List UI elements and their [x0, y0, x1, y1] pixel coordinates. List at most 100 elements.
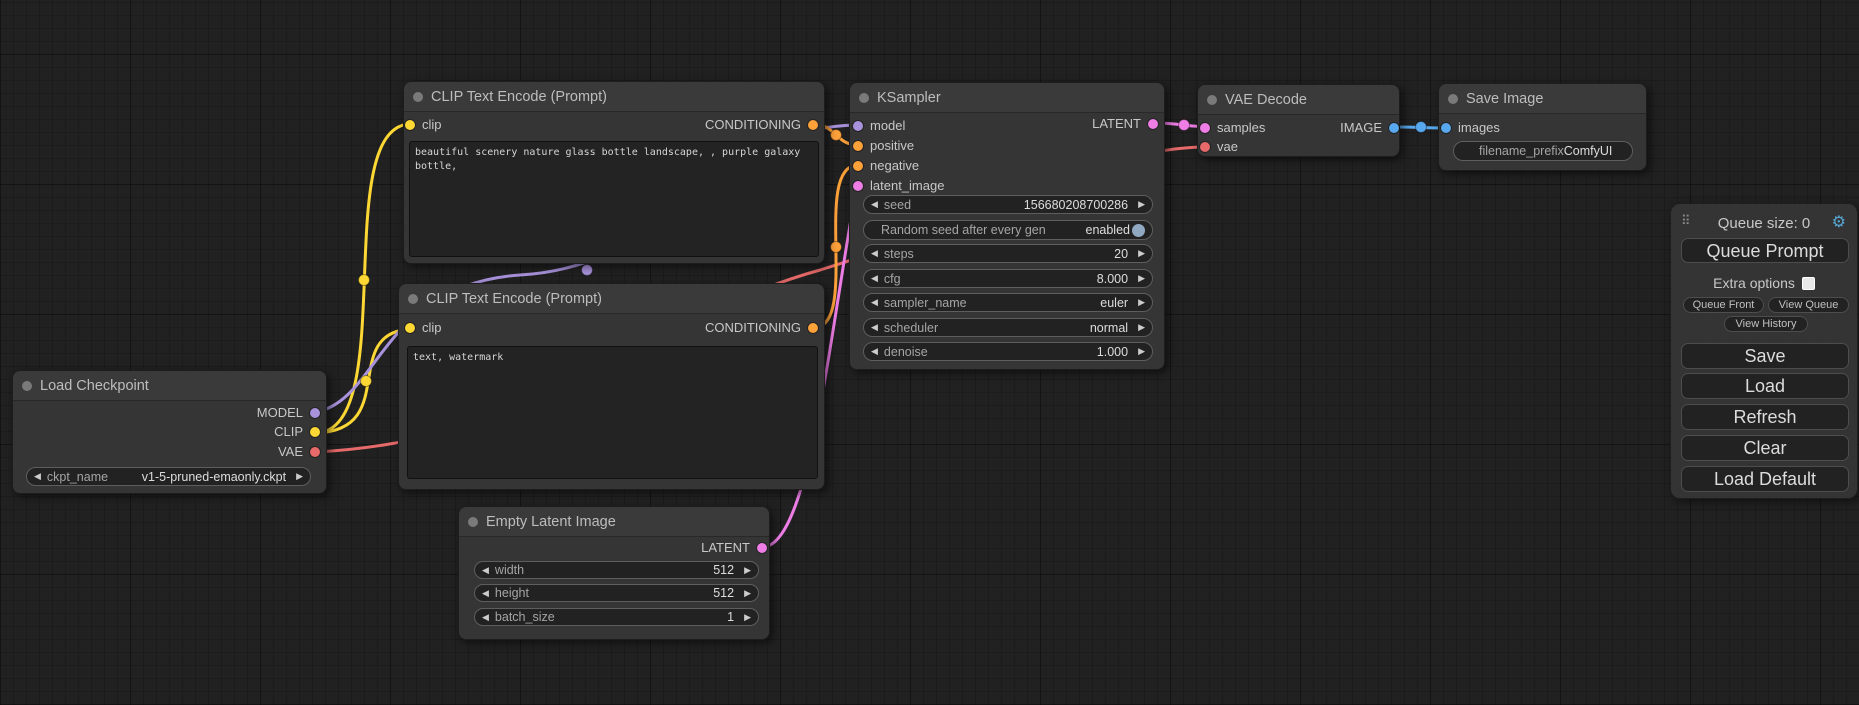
- input-slot-clip[interactable]: clip: [405, 319, 442, 337]
- clip-slot-dot[interactable]: [405, 120, 415, 130]
- queue-prompt-button[interactable]: Queue Prompt: [1681, 238, 1849, 263]
- stepper-left-icon[interactable]: ◀: [871, 200, 878, 209]
- node-title-bar[interactable]: CLIP Text Encode (Prompt): [399, 284, 824, 314]
- clear-button[interactable]: Clear: [1681, 435, 1849, 461]
- latent-slot-dot[interactable]: [853, 181, 863, 191]
- stepper-right-icon[interactable]: ▶: [744, 566, 751, 575]
- stepper-right-icon[interactable]: ▶: [1138, 323, 1145, 332]
- collapse-dot-icon[interactable]: [22, 381, 32, 391]
- output-slot-vae[interactable]: VAE: [278, 443, 320, 461]
- output-slot-latent[interactable]: LATENT: [1092, 115, 1158, 133]
- vae-slot-dot[interactable]: [1200, 142, 1210, 152]
- clip-slot-dot[interactable]: [310, 427, 320, 437]
- node-title-bar[interactable]: Save Image: [1439, 84, 1646, 114]
- seed-widget[interactable]: ◀ seed 156680208700286 ▶: [863, 195, 1153, 214]
- input-slot-clip[interactable]: clip: [405, 116, 442, 134]
- queue-front-button[interactable]: Queue Front: [1683, 297, 1764, 313]
- latent-slot-dot[interactable]: [757, 543, 767, 553]
- refresh-button[interactable]: Refresh: [1681, 404, 1849, 430]
- collapse-dot-icon[interactable]: [1448, 94, 1458, 104]
- stepper-right-icon[interactable]: ▶: [1138, 274, 1145, 283]
- output-slot-conditioning[interactable]: CONDITIONING: [705, 116, 818, 134]
- load-button[interactable]: Load: [1681, 373, 1849, 399]
- batch-size-widget[interactable]: ◀ batch_size 1 ▶: [474, 608, 759, 626]
- queue-panel[interactable]: ⠿ Queue size: 0 ⚙ Queue Prompt Extra opt…: [1670, 203, 1858, 499]
- sampler-name-widget[interactable]: ◀ sampler_name euler ▶: [863, 293, 1153, 312]
- scheduler-widget[interactable]: ◀ scheduler normal ▶: [863, 318, 1153, 337]
- ckpt-name-widget[interactable]: ◀ ckpt_name v1-5-pruned-emaonly.ckpt ▶: [26, 467, 311, 486]
- node-title-bar[interactable]: Empty Latent Image: [459, 507, 769, 537]
- stepper-right-icon[interactable]: ▶: [1138, 298, 1145, 307]
- input-slot-negative[interactable]: negative: [853, 157, 919, 175]
- positive-prompt-textarea[interactable]: beautiful scenery nature glass bottle la…: [409, 141, 819, 257]
- stepper-left-icon[interactable]: ◀: [482, 566, 489, 575]
- stepper-left-icon[interactable]: ◀: [482, 613, 489, 622]
- height-widget[interactable]: ◀ height 512 ▶: [474, 584, 759, 602]
- stepper-left-icon[interactable]: ◀: [34, 472, 41, 481]
- collapse-dot-icon[interactable]: [413, 92, 423, 102]
- node-graph-canvas[interactable]: Load Checkpoint MODEL CLIP VAE ◀ ckpt_na…: [0, 0, 1859, 705]
- save-button[interactable]: Save: [1681, 343, 1849, 369]
- steps-widget[interactable]: ◀ steps 20 ▶: [863, 244, 1153, 263]
- output-slot-image[interactable]: IMAGE: [1340, 119, 1399, 137]
- image-slot-dot[interactable]: [1441, 123, 1451, 133]
- output-slot-conditioning[interactable]: CONDITIONING: [705, 319, 818, 337]
- settings-gear-icon[interactable]: ⚙: [1832, 212, 1846, 232]
- node-title-bar[interactable]: VAE Decode: [1198, 85, 1399, 115]
- collapse-dot-icon[interactable]: [468, 517, 478, 527]
- node-load-checkpoint[interactable]: Load Checkpoint MODEL CLIP VAE ◀ ckpt_na…: [12, 370, 327, 494]
- latent-slot-dot[interactable]: [1148, 119, 1158, 129]
- random-seed-widget[interactable]: Random seed after every gen enabled: [863, 220, 1153, 240]
- clip-slot-dot[interactable]: [405, 323, 415, 333]
- node-vae-decode[interactable]: VAE Decode samples vae IMAGE: [1197, 84, 1400, 157]
- input-slot-images[interactable]: images: [1441, 119, 1500, 137]
- stepper-right-icon[interactable]: ▶: [1138, 347, 1145, 356]
- input-slot-vae[interactable]: vae: [1200, 138, 1238, 156]
- stepper-left-icon[interactable]: ◀: [871, 249, 878, 258]
- conditioning-slot-dot[interactable]: [853, 161, 863, 171]
- input-slot-positive[interactable]: positive: [853, 137, 914, 155]
- input-slot-samples[interactable]: samples: [1200, 119, 1265, 137]
- stepper-right-icon[interactable]: ▶: [744, 613, 751, 622]
- view-queue-button[interactable]: View Queue: [1768, 297, 1849, 313]
- conditioning-slot-dot[interactable]: [808, 120, 818, 130]
- model-slot-dot[interactable]: [853, 121, 863, 131]
- node-title-bar[interactable]: CLIP Text Encode (Prompt): [404, 82, 824, 112]
- stepper-left-icon[interactable]: ◀: [871, 323, 878, 332]
- output-slot-model[interactable]: MODEL: [257, 404, 320, 422]
- latent-slot-dot[interactable]: [1200, 123, 1210, 133]
- stepper-right-icon[interactable]: ▶: [296, 472, 303, 481]
- output-slot-latent[interactable]: LATENT: [701, 539, 767, 557]
- width-widget[interactable]: ◀ width 512 ▶: [474, 561, 759, 579]
- random-seed-toggle[interactable]: [1132, 224, 1145, 237]
- conditioning-slot-dot[interactable]: [853, 141, 863, 151]
- conditioning-slot-dot[interactable]: [808, 323, 818, 333]
- node-clip-text-encode-negative[interactable]: CLIP Text Encode (Prompt) clip CONDITION…: [398, 283, 825, 490]
- stepper-left-icon[interactable]: ◀: [871, 347, 878, 356]
- cfg-widget[interactable]: ◀ cfg 8.000 ▶: [863, 269, 1153, 288]
- output-slot-clip[interactable]: CLIP: [274, 423, 320, 441]
- node-ksampler[interactable]: KSampler model positive negative latent_…: [849, 82, 1165, 370]
- denoise-widget[interactable]: ◀ denoise 1.000 ▶: [863, 342, 1153, 361]
- stepper-right-icon[interactable]: ▶: [1138, 249, 1145, 258]
- stepper-left-icon[interactable]: ◀: [482, 589, 489, 598]
- node-empty-latent-image[interactable]: Empty Latent Image LATENT ◀ width 512 ▶ …: [458, 506, 770, 640]
- stepper-left-icon[interactable]: ◀: [871, 274, 878, 283]
- stepper-right-icon[interactable]: ▶: [744, 589, 751, 598]
- node-clip-text-encode-positive[interactable]: CLIP Text Encode (Prompt) clip CONDITION…: [403, 81, 825, 264]
- stepper-right-icon[interactable]: ▶: [1138, 200, 1145, 209]
- input-slot-latent-image[interactable]: latent_image: [853, 177, 944, 195]
- collapse-dot-icon[interactable]: [859, 93, 869, 103]
- collapse-dot-icon[interactable]: [1207, 95, 1217, 105]
- image-slot-dot[interactable]: [1389, 123, 1399, 133]
- view-history-button[interactable]: View History: [1724, 316, 1808, 332]
- collapse-dot-icon[interactable]: [408, 294, 418, 304]
- negative-prompt-textarea[interactable]: text, watermark: [407, 346, 818, 479]
- filename-prefix-widget[interactable]: filename_prefix ComfyUI: [1453, 141, 1633, 161]
- stepper-left-icon[interactable]: ◀: [871, 298, 878, 307]
- extra-options-checkbox[interactable]: [1802, 277, 1815, 290]
- model-slot-dot[interactable]: [310, 408, 320, 418]
- load-default-button[interactable]: Load Default: [1681, 466, 1849, 492]
- vae-slot-dot[interactable]: [310, 447, 320, 457]
- node-title-bar[interactable]: KSampler: [850, 83, 1164, 113]
